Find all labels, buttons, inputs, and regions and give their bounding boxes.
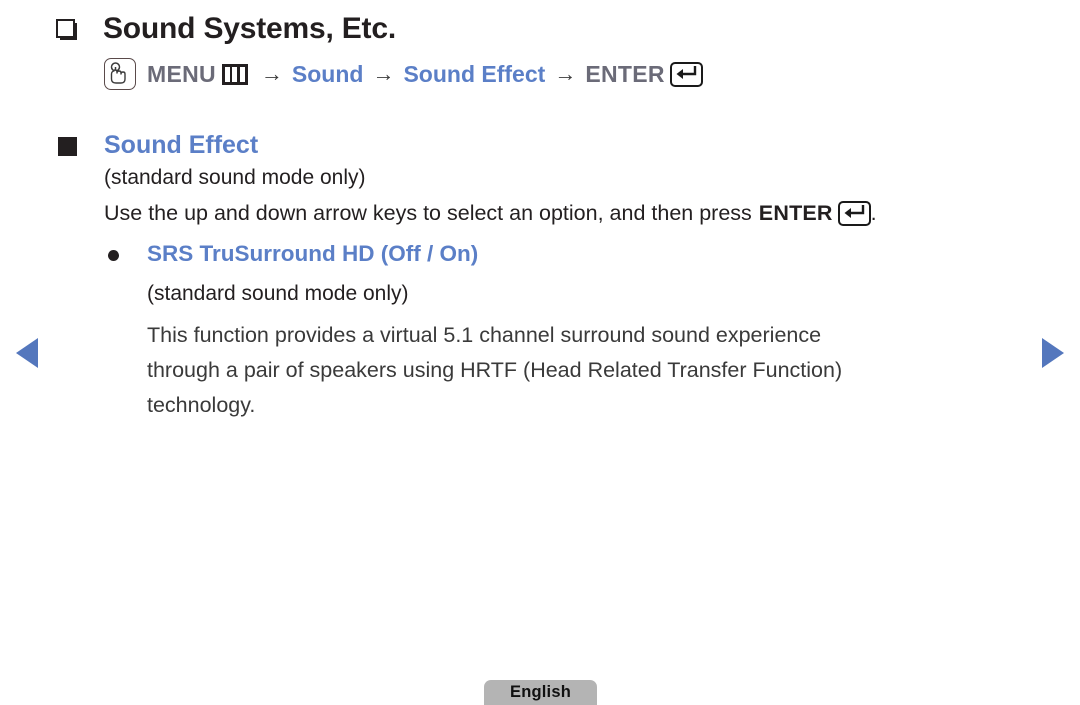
breadcrumb-enter-label: ENTER (585, 61, 665, 87)
description-line: technology. (147, 393, 256, 417)
section-note: (standard sound mode only) (104, 166, 366, 189)
instruction-period: . (870, 201, 877, 225)
language-tab[interactable]: English (484, 680, 597, 705)
breadcrumb-link-sound[interactable]: Sound (292, 59, 364, 89)
instruction-text: Use the up and down arrow keys to select… (104, 201, 752, 225)
breadcrumb-arrow-2: → (372, 61, 395, 86)
section-heading-row: Sound Effect (58, 130, 258, 161)
option-row: SRS TruSurround HD (Off / On) (108, 240, 478, 268)
breadcrumb: MENU → Sound → Sound Effect → ENTER (104, 58, 703, 90)
breadcrumb-menu-label: MENU (147, 61, 216, 87)
breadcrumb-arrow-1: → (260, 61, 283, 86)
instruction-enter-label: ENTER (758, 201, 833, 225)
section-heading: Sound Effect (104, 131, 259, 159)
breadcrumb-arrow-3: → (554, 61, 577, 86)
hollow-square-bullet-icon (56, 19, 77, 40)
filled-square-bullet-icon (58, 137, 77, 156)
breadcrumb-link-sound-effect[interactable]: Sound Effect (403, 59, 545, 89)
hand-touch-icon (104, 58, 136, 90)
round-bullet-icon (108, 250, 119, 261)
page-title: Sound Systems, Etc. (103, 12, 396, 45)
enter-key-icon (669, 61, 703, 87)
triangle-left-icon[interactable] (16, 338, 38, 368)
triangle-right-icon[interactable] (1042, 338, 1064, 368)
description-line: This function provides a virtual 5.1 cha… (147, 323, 822, 347)
option-note: (standard sound mode only) (147, 282, 409, 305)
page-title-row: Sound Systems, Etc. (56, 10, 396, 48)
option-description: This function provides a virtual 5.1 cha… (147, 318, 977, 423)
section-instruction: Use the up and down arrow keys to select… (104, 198, 877, 228)
manual-page: Sound Systems, Etc. MENU → Sound → Sound… (0, 0, 1080, 705)
option-label[interactable]: SRS TruSurround HD (Off / On) (147, 240, 478, 268)
enter-key-icon (837, 200, 871, 226)
description-line: through a pair of speakers using HRTF (H… (147, 358, 843, 382)
menu-bars-icon (221, 63, 248, 85)
